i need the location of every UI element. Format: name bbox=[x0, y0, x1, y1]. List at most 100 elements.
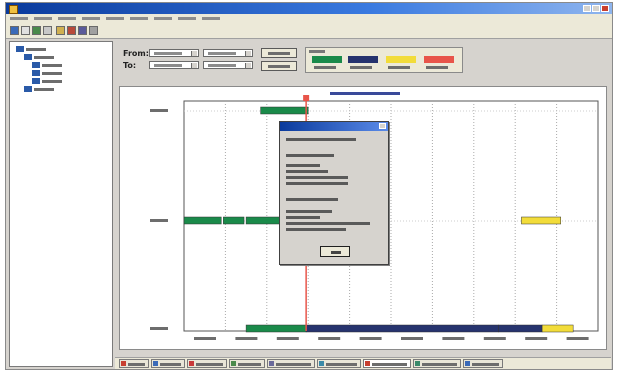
legend bbox=[305, 47, 463, 73]
status-tab[interactable] bbox=[267, 359, 315, 368]
toolbar-button[interactable] bbox=[43, 26, 52, 35]
toolbar bbox=[6, 23, 612, 39]
gantt-bar bbox=[183, 216, 222, 225]
gantt-bar bbox=[305, 324, 499, 333]
tree-panel bbox=[9, 41, 113, 367]
dialog-line bbox=[286, 182, 348, 185]
gantt-bar bbox=[260, 106, 309, 115]
menu-item[interactable] bbox=[10, 17, 28, 20]
maximize-button[interactable] bbox=[592, 5, 600, 12]
dialog-line bbox=[286, 216, 320, 219]
x-tick-label bbox=[483, 337, 506, 340]
dialog-line bbox=[286, 198, 338, 201]
to-date-picker[interactable] bbox=[149, 61, 199, 69]
menu-item[interactable] bbox=[82, 17, 100, 20]
folder-icon bbox=[16, 46, 24, 52]
menu-item[interactable] bbox=[58, 17, 76, 20]
app-icon bbox=[9, 5, 18, 14]
chevron-down-icon[interactable] bbox=[191, 63, 197, 68]
toolbar-button[interactable] bbox=[21, 26, 30, 35]
x-tick-label bbox=[276, 337, 299, 340]
gantt-bar bbox=[541, 324, 574, 333]
status-tabs bbox=[115, 357, 611, 369]
info-dialog bbox=[279, 121, 389, 265]
legend-label bbox=[350, 66, 372, 69]
legend-swatch bbox=[312, 56, 342, 63]
gantt-bar bbox=[498, 324, 543, 333]
dialog-line bbox=[286, 228, 346, 231]
menu-item[interactable] bbox=[130, 17, 148, 20]
status-tab[interactable] bbox=[229, 359, 265, 368]
menu-item[interactable] bbox=[202, 17, 220, 20]
dialog-line bbox=[286, 210, 332, 213]
marker-head bbox=[303, 95, 310, 101]
x-tick-label bbox=[359, 337, 382, 340]
x-tick-label bbox=[235, 337, 258, 340]
dialog-line bbox=[286, 222, 370, 225]
gantt-bar bbox=[223, 216, 245, 225]
dialog-line bbox=[286, 170, 328, 173]
gantt-bar bbox=[521, 216, 561, 225]
chevron-down-icon[interactable] bbox=[245, 51, 251, 56]
close-icon[interactable] bbox=[379, 123, 386, 129]
menu-item[interactable] bbox=[106, 17, 124, 20]
status-tab[interactable] bbox=[151, 359, 185, 368]
from-date-picker[interactable] bbox=[149, 49, 199, 57]
menu-item[interactable] bbox=[154, 17, 172, 20]
x-tick-label bbox=[525, 337, 548, 340]
machine-icon bbox=[32, 78, 40, 84]
legend-title bbox=[309, 50, 325, 53]
dialog-line bbox=[286, 176, 348, 179]
machine-icon bbox=[24, 54, 32, 60]
machine-icon bbox=[32, 70, 40, 76]
toolbar-button[interactable] bbox=[10, 26, 19, 35]
from-time-picker[interactable] bbox=[203, 49, 253, 57]
x-tick-label bbox=[401, 337, 423, 340]
row-label bbox=[150, 219, 168, 222]
to-time-picker[interactable] bbox=[203, 61, 253, 69]
status-tab-active[interactable] bbox=[363, 359, 411, 368]
apply-button[interactable] bbox=[261, 48, 297, 58]
gantt-bar bbox=[245, 324, 307, 333]
toolbar-button[interactable] bbox=[32, 26, 41, 35]
status-tab[interactable] bbox=[463, 359, 503, 368]
toolbar-button[interactable] bbox=[89, 26, 98, 35]
x-tick-label bbox=[566, 337, 589, 340]
status-tab[interactable] bbox=[413, 359, 461, 368]
menu-item[interactable] bbox=[34, 17, 52, 20]
menu-item[interactable] bbox=[178, 17, 196, 20]
x-tick-label bbox=[318, 337, 341, 340]
ok-button[interactable] bbox=[320, 246, 350, 257]
row-label bbox=[150, 327, 168, 330]
x-tick-label bbox=[194, 337, 216, 340]
chevron-down-icon[interactable] bbox=[191, 51, 197, 56]
to-label: To: bbox=[123, 61, 137, 70]
legend-label bbox=[426, 66, 448, 69]
close-button[interactable] bbox=[601, 5, 609, 12]
legend-swatch bbox=[348, 56, 378, 63]
toolbar-button[interactable] bbox=[78, 26, 87, 35]
legend-label bbox=[388, 66, 410, 69]
menu-bar bbox=[6, 14, 612, 23]
machine-icon bbox=[32, 62, 40, 68]
chevron-down-icon[interactable] bbox=[245, 63, 251, 68]
dialog-line bbox=[286, 154, 334, 157]
x-tick-label bbox=[442, 337, 465, 340]
status-tab[interactable] bbox=[187, 359, 227, 368]
machine-icon bbox=[24, 86, 32, 92]
legend-swatch bbox=[424, 56, 454, 63]
from-label: From: bbox=[123, 49, 149, 58]
dialog-title-bar bbox=[280, 122, 388, 131]
legend-swatch bbox=[386, 56, 416, 63]
status-tab[interactable] bbox=[317, 359, 361, 368]
toolbar-button[interactable] bbox=[67, 26, 76, 35]
title-bar bbox=[6, 3, 612, 14]
toolbar-button[interactable] bbox=[56, 26, 65, 35]
dialog-line bbox=[286, 164, 320, 167]
legend-label bbox=[314, 66, 336, 69]
row-label bbox=[150, 109, 168, 112]
refresh-button[interactable] bbox=[261, 61, 297, 71]
dialog-line bbox=[286, 138, 356, 141]
minimize-button[interactable] bbox=[583, 5, 591, 12]
status-tab[interactable] bbox=[119, 359, 149, 368]
